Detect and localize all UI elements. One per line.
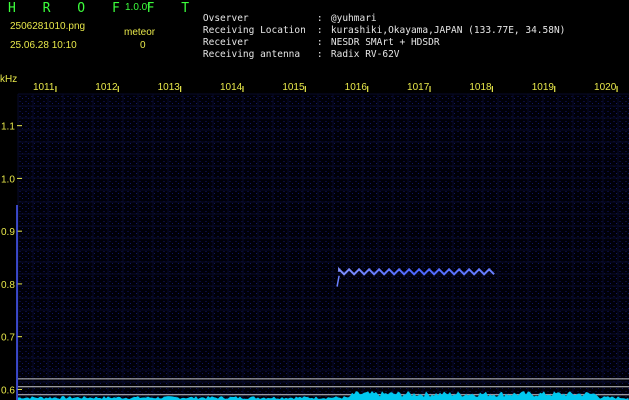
x-tick-label: 1011 bbox=[33, 82, 55, 93]
timestamp: 25.06.28 10:10 bbox=[10, 40, 77, 51]
y-axis-unit-label: kHz bbox=[0, 74, 18, 85]
info-antenna: Receiving antenna: Radix RV-62V bbox=[180, 40, 400, 69]
x-tick-label: 1015 bbox=[282, 82, 305, 93]
y-tick-label: 0.8 bbox=[1, 280, 15, 291]
app-version: 1.0.0f bbox=[125, 2, 151, 13]
y-tick-label: 0.7 bbox=[1, 333, 15, 344]
y-tick-label: 1.0 bbox=[1, 174, 15, 185]
info-colon: : bbox=[316, 48, 323, 60]
echo-count: 0 bbox=[140, 40, 146, 51]
mode-label: meteor bbox=[124, 27, 156, 38]
y-tick-label: 1.1 bbox=[1, 122, 15, 133]
x-tick-label: 1019 bbox=[532, 82, 555, 93]
x-tick-label: 1014 bbox=[220, 82, 243, 93]
x-tick-label: 1016 bbox=[345, 82, 368, 93]
x-tick-label: 1020 bbox=[594, 82, 617, 93]
spectrogram-area bbox=[18, 94, 629, 400]
x-tick-label: 1013 bbox=[158, 82, 181, 93]
spectrogram-screen: 1011 1012 1013 1014 1015 1016 1017 1018 1019 1020… bbox=[0, 0, 629, 400]
app-title: H R O F F T bbox=[8, 1, 199, 16]
info-value: Radix RV-62V bbox=[330, 48, 400, 60]
x-tick-label: 1018 bbox=[469, 82, 492, 93]
x-tick-label: 1012 bbox=[95, 82, 118, 93]
y-tick-label: 0.9 bbox=[1, 227, 15, 238]
y-tick-label: 0.6 bbox=[1, 385, 15, 396]
x-axis-ticks: 1011 1012 1013 1014 1015 1016 1017 1018 1019 1020 bbox=[33, 82, 618, 93]
file-name: 2506281010.png bbox=[10, 21, 86, 32]
info-label: Receiving antenna bbox=[202, 48, 301, 60]
x-tick-label: 1017 bbox=[407, 82, 430, 93]
